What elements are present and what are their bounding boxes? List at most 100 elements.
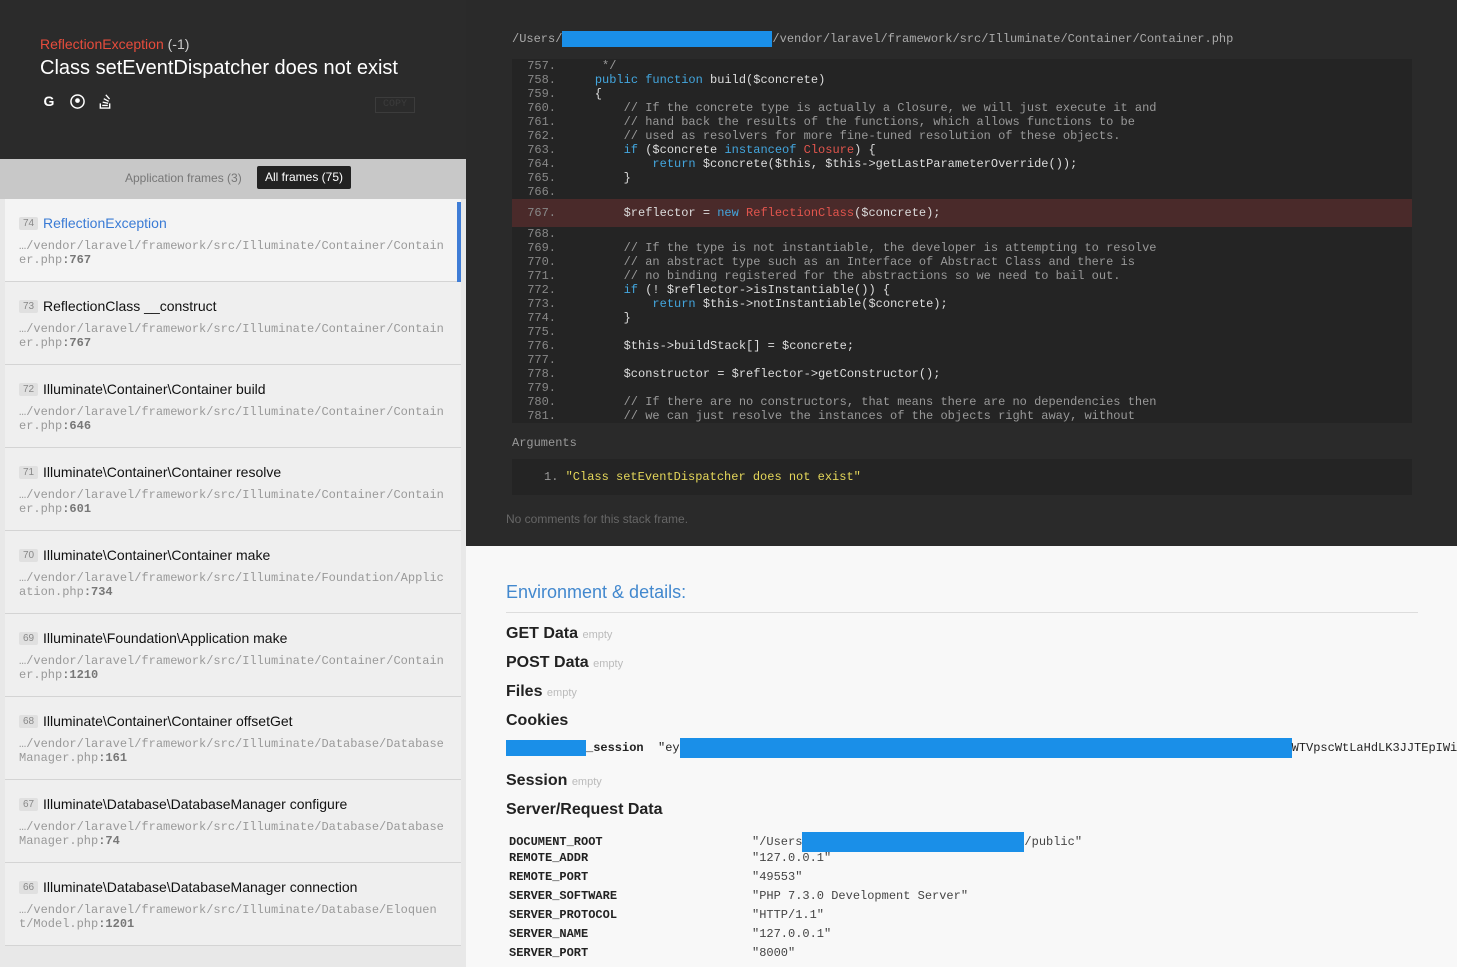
line-number: 764. [527,157,556,171]
code-line: 760. // If the concrete type is actually… [512,101,1412,115]
copy-button[interactable]: COPY [375,97,415,113]
stack-frame[interactable]: 73 ReflectionClass __construct …/vendor/la… [5,282,461,365]
file-path[interactable]: /Users/ /vendor/laravel/framework/src/Ill… [512,31,1233,47]
frame-path: …/vendor/laravel/framework/src/Illuminat… [19,903,449,931]
argument-index: 1. [544,470,559,484]
line-number: 761. [527,115,556,129]
arguments-box: 1. "Class setEventDispatcher does not ex… [512,459,1412,495]
line-number: 763. [527,143,556,157]
file-path-suffix: /vendor/laravel/framework/src/Illuminate… [772,32,1234,47]
code-text: // an abstract type such as an Interface… [623,255,1135,269]
file-path-prefix: /Users/ [512,32,563,47]
session-label: Session [506,772,568,789]
server-value: "/Users/public" [752,832,1082,852]
frame-file: …/vendor/laravel/framework/src/Illuminat… [19,820,444,848]
stack-frame[interactable]: 70 Illuminate\Container\Container make …/v… [5,531,461,614]
argument-value: "Class setEventDispatcher does not exist… [565,470,861,484]
frame-title: ReflectionException [43,215,167,231]
server-value: "127.0.0.1" [752,851,832,865]
code-text: $this->buildStack[] = $concrete; [566,339,855,353]
code-text: { [566,87,603,101]
stack-frame[interactable]: 71 Illuminate\Container\Container resolve… [5,448,461,531]
code-text: // used as resolvers for more fine-tuned… [623,129,1121,143]
frame-path: …/vendor/laravel/framework/src/Illuminat… [19,571,449,599]
server-value: "PHP 7.3.0 Development Server" [752,889,969,903]
files-section: Files empty [506,683,577,701]
cookie-key: _session [586,741,644,756]
code-text: } [566,311,631,325]
code-line: 774. } [512,311,1412,325]
frame-filter-tabs: Application frames (3) All frames (75) [0,159,466,199]
stack-frame[interactable]: 66 Illuminate\Database\DatabaseManager co… [5,863,461,946]
tab-all-frames[interactable]: All frames (75) [257,166,352,189]
code-text: // If the type is not instantiable, the … [623,241,1157,255]
line-number: 774. [527,311,556,325]
frame-path: …/vendor/laravel/framework/src/Illuminat… [19,405,449,433]
empty-badge: empty [582,629,613,641]
frame-path: …/vendor/laravel/framework/src/Illuminat… [19,322,449,350]
line-number: 765. [527,171,556,185]
code-text: // no binding registered for the abstrac… [623,269,1121,283]
frame-file: …/vendor/laravel/framework/src/Illuminat… [19,903,437,931]
redaction-bar [679,738,1292,758]
cookie-value-prefix: "ey [658,741,680,756]
server-row: SERVER_SOFTWARE "PHP 7.3.0 Development Se… [509,889,968,903]
stackoverflow-icon[interactable] [96,92,114,110]
code-line: 773. return $this->notInstantiable($conc… [512,297,1412,311]
google-icon[interactable]: G [40,92,58,110]
frame-line: :1210 [62,668,99,682]
line-number: 770. [527,255,556,269]
server-section: Server/Request Data [506,801,663,819]
stack-frames-panel: ReflectionException (-1) Class setEventD… [0,0,466,967]
server-value: "49553" [752,870,803,884]
tab-application-frames[interactable]: Application frames (3) [125,171,242,185]
line-number: 767. [527,206,556,220]
line-number: 771. [527,269,556,283]
code-line: 762. // used as resolvers for more fine-… [512,129,1412,143]
frame-number: 68 [19,715,39,728]
code-line: 764. return $concrete($this, $this->getL… [512,157,1412,171]
frame-number: 72 [19,383,39,396]
frame-title: Illuminate\Container\Container resolve [43,464,282,480]
server-row: SERVER_NAME "127.0.0.1" [509,927,831,941]
empty-badge: empty [546,687,577,699]
line-number: 758. [527,73,556,87]
stack-frame[interactable]: 74 ReflectionException …/vendor/laravel/fr… [5,199,461,282]
code-text: // If there are no constructors, that me… [623,395,1157,409]
line-number: 762. [527,129,556,143]
frame-number: 66 [19,881,39,894]
stack-frame[interactable]: 67 Illuminate\Database\DatabaseManager co… [5,780,461,863]
server-value: "8000" [752,946,796,960]
frame-line: :646 [62,419,92,433]
stack-frame[interactable]: 69 Illuminate\Foundation\Application make… [5,614,461,697]
frame-number: 69 [19,632,39,645]
code-line: 777. [512,353,1412,367]
frame-path: …/vendor/laravel/framework/src/Illuminat… [19,239,449,267]
server-key: REMOTE_PORT [509,870,589,884]
frame-list: 74 ReflectionException …/vendor/laravel/fr… [0,199,466,946]
frame-path: …/vendor/laravel/framework/src/Illuminat… [19,820,449,848]
duckduckgo-icon[interactable] [68,92,86,110]
line-number: 777. [527,353,556,367]
frame-title: Illuminate\Container\Container build [43,381,266,397]
code-panel: /Users/ /vendor/laravel/framework/src/Ill… [466,0,1457,546]
code-text: return $this->notInstantiable($concrete)… [652,297,948,311]
stack-frame[interactable]: 72 Illuminate\Container\Container build …/… [5,365,461,448]
server-key: SERVER_PROTOCOL [509,908,618,922]
frame-title: Illuminate\Container\Container make [43,547,271,563]
session-section: Session empty [506,772,602,790]
line-number: 757. [527,59,556,73]
get-data-section: GET Data empty [506,625,612,643]
frame-number: 67 [19,798,39,811]
code-text: // we can just resolve the instances of … [623,409,1135,423]
code-line: 780. // If there are no constructors, th… [512,395,1412,409]
code-line: 776. $this->buildStack[] = $concrete; [512,339,1412,353]
line-number: 769. [527,241,556,255]
exception-code: (-1) [167,36,190,52]
stack-frame[interactable]: 68 Illuminate\Container\Container offsetG… [5,697,461,780]
code-line: 765. } [512,171,1412,185]
frame-number: 71 [19,466,39,479]
server-key: DOCUMENT_ROOT [509,835,603,850]
frame-number: 70 [19,549,39,562]
code-text: public function build($concrete) [594,73,826,87]
